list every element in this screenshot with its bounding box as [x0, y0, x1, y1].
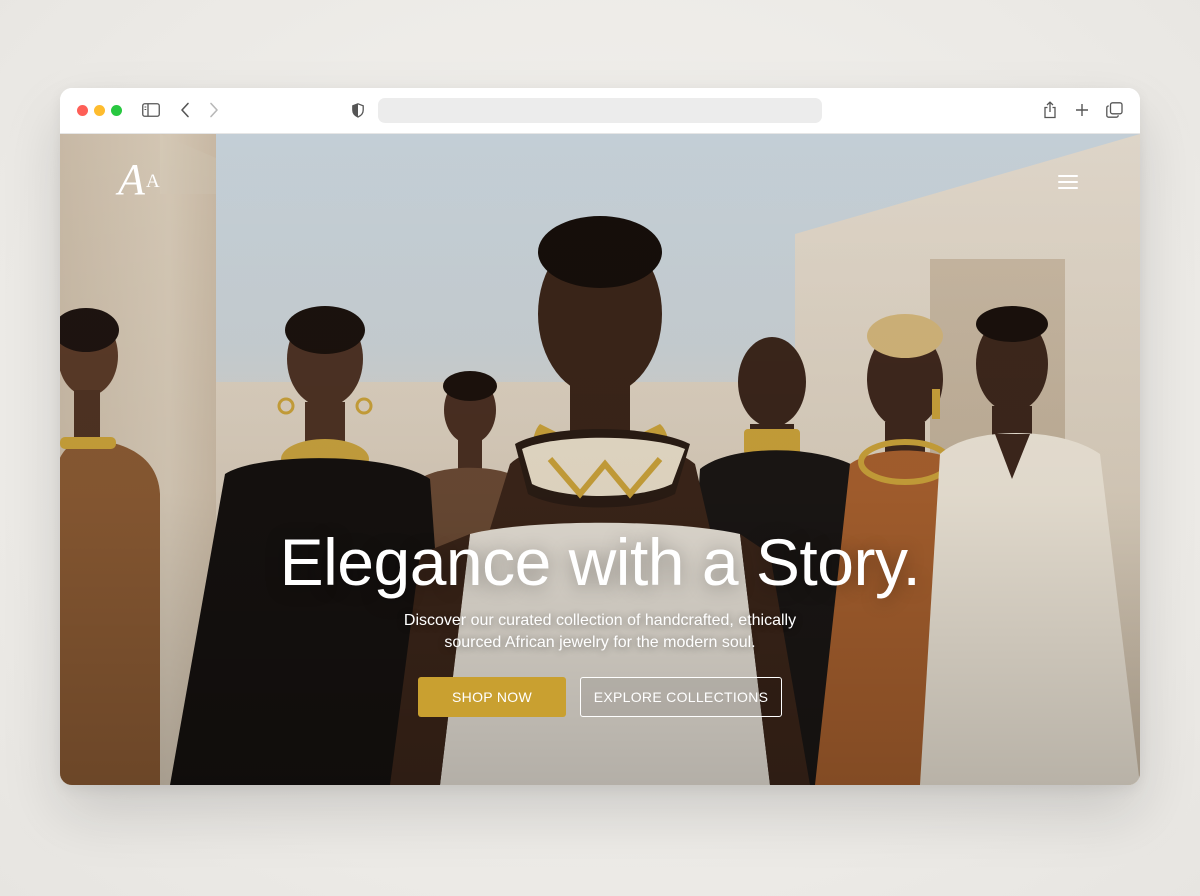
menu-line	[1058, 181, 1078, 183]
hero-subtitle-line: sourced African jewelry for the modern s…	[444, 634, 756, 651]
maximize-window-button[interactable]	[111, 105, 122, 116]
close-window-button[interactable]	[77, 105, 88, 116]
logo-letter-secondary: A	[146, 171, 160, 192]
shield-icon[interactable]	[348, 100, 368, 120]
hero-subtitle: Discover our curated collection of handc…	[350, 610, 850, 654]
tabs-icon[interactable]	[1104, 100, 1124, 120]
menu-line	[1058, 175, 1078, 177]
explore-collections-button[interactable]: EXPLORE COLLECTIONS	[580, 677, 782, 717]
hamburger-menu-icon[interactable]	[1056, 172, 1082, 192]
shop-now-button[interactable]: SHOP NOW	[418, 677, 566, 717]
hero-subtitle-line: Discover our curated collection of handc…	[403, 612, 797, 629]
share-icon[interactable]	[1040, 100, 1060, 120]
back-icon[interactable]	[175, 100, 195, 120]
desktop-background: A A Elegance with a Story. Discover our …	[0, 0, 1200, 896]
sidebar-icon[interactable]	[141, 100, 161, 120]
browser-toolbar	[60, 88, 1140, 134]
hero-title: Elegance with a Story.	[279, 525, 921, 599]
logo-letter-primary: A	[118, 155, 145, 204]
forward-icon[interactable]	[204, 100, 224, 120]
browser-window: A A Elegance with a Story. Discover our …	[60, 88, 1140, 785]
new-tab-icon[interactable]	[1072, 100, 1092, 120]
brand-logo[interactable]: A A	[118, 158, 166, 206]
page-viewport: A A Elegance with a Story. Discover our …	[60, 134, 1140, 785]
menu-line	[1058, 187, 1078, 189]
address-bar[interactable]	[378, 98, 822, 123]
minimize-window-button[interactable]	[94, 105, 105, 116]
